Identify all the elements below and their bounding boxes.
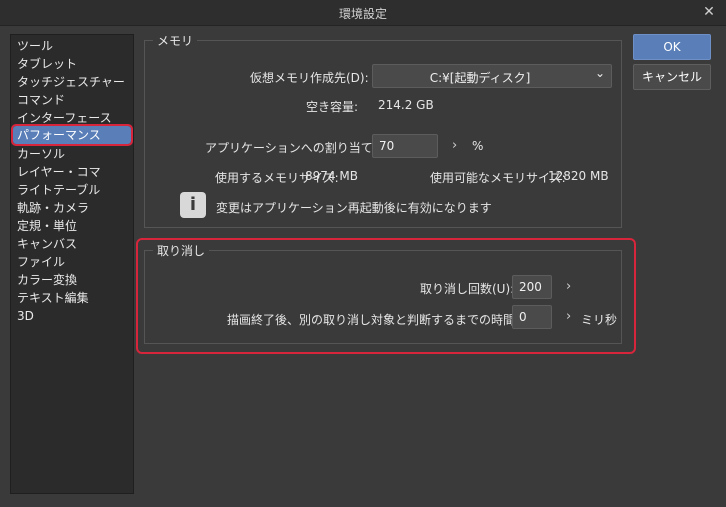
free-space-value: 214.2 GB	[378, 98, 434, 112]
app-allocation-input[interactable]: 70	[372, 134, 438, 158]
available-memory-value: 12820 MB	[548, 169, 609, 183]
sidebar-item-3d[interactable]: 3D	[13, 307, 131, 325]
undo-group-title: 取り消し	[153, 242, 210, 259]
ok-button[interactable]: OK	[633, 34, 711, 60]
sidebar-item-performance[interactable]: パフォーマンス	[11, 124, 133, 146]
sidebar-item-command[interactable]: コマンド	[13, 91, 131, 109]
free-space-label: 空き容量:	[306, 100, 359, 114]
restart-notice: 変更はアプリケーション再起動後に有効になります	[216, 201, 492, 215]
window-title: 環境設定	[338, 7, 387, 21]
undo-count-label: 取り消し回数(U):	[420, 282, 515, 296]
used-memory-value: 8974 MB	[305, 169, 358, 183]
sidebar-item-text-edit[interactable]: テキスト編集	[13, 289, 131, 307]
category-list[interactable]: ツール タブレット タッチジェスチャー コマンド インターフェース パフォーマン…	[10, 34, 134, 494]
memory-location-value: C:¥[起動ディスク]	[429, 71, 531, 85]
chevron-right-icon[interactable]: ›	[452, 138, 457, 153]
sidebar-item-track-camera[interactable]: 軌跡・カメラ	[13, 199, 131, 217]
sidebar-item-tool[interactable]: ツール	[13, 37, 131, 55]
cancel-button[interactable]: キャンセル	[633, 64, 711, 90]
undo-count-input[interactable]: 200	[512, 275, 552, 299]
memory-location-dropdown[interactable]: C:¥[起動ディスク] ⌄	[372, 64, 612, 88]
sidebar-item-touch-gesture[interactable]: タッチジェスチャー	[13, 73, 131, 91]
info-icon: i	[180, 192, 206, 218]
undo-time-input[interactable]: 0	[512, 305, 552, 329]
chevron-right-icon[interactable]: ›	[566, 309, 571, 324]
available-memory-label: 使用可能なメモリサイズ:	[430, 171, 566, 185]
sidebar-item-canvas[interactable]: キャンバス	[13, 235, 131, 253]
chevron-down-icon: ⌄	[594, 66, 605, 80]
sidebar-item-light-table[interactable]: ライトテーブル	[13, 181, 131, 199]
close-icon[interactable]: ✕	[700, 3, 718, 21]
sidebar-item-interface[interactable]: インターフェース	[13, 109, 131, 127]
sidebar-item-tablet[interactable]: タブレット	[13, 55, 131, 73]
memory-group-title: メモリ	[153, 32, 198, 49]
memory-location-label: 仮想メモリ作成先(D):	[250, 71, 369, 85]
sidebar-item-layer-frame[interactable]: レイヤー・コマ	[13, 163, 131, 181]
undo-time-unit: ミリ秒	[581, 313, 618, 327]
sidebar-item-file[interactable]: ファイル	[13, 253, 131, 271]
sidebar-item-cursor[interactable]: カーソル	[13, 145, 131, 163]
chevron-right-icon[interactable]: ›	[566, 279, 571, 294]
app-allocation-label: アプリケーションへの割り当て(A):	[205, 141, 395, 155]
undo-time-label: 描画終了後、別の取り消し対象と判断するまでの時間(D):	[227, 313, 538, 327]
sidebar-item-ruler-unit[interactable]: 定規・単位	[13, 217, 131, 235]
title-bar: 環境設定 ✕	[0, 0, 726, 26]
app-allocation-unit: %	[472, 139, 484, 153]
sidebar-item-color-conversion[interactable]: カラー変換	[13, 271, 131, 289]
